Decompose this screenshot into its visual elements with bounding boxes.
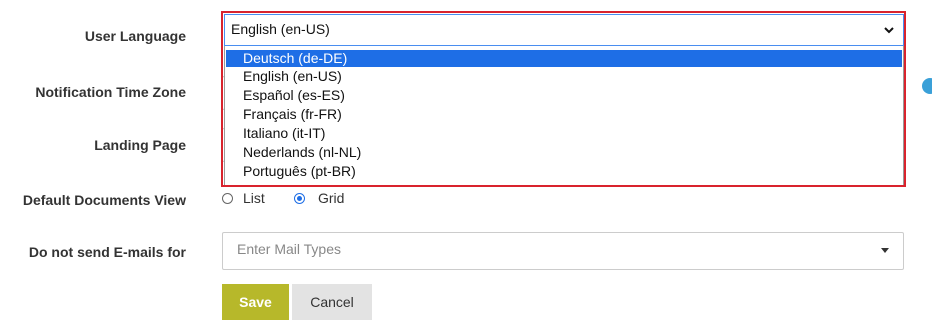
cancel-button[interactable]: Cancel — [292, 284, 372, 320]
notification-time-zone-label: Notification Time Zone — [35, 84, 186, 100]
default-documents-view-label: Default Documents View — [22, 192, 186, 208]
chevron-down-icon — [884, 27, 894, 34]
documents-view-list-label: List — [243, 190, 265, 206]
landing-page-label: Landing Page — [94, 137, 186, 153]
language-option-francais[interactable]: Français (fr-FR) — [226, 106, 902, 123]
documents-view-grid-label: Grid — [318, 190, 345, 206]
language-option-nederlands[interactable]: Nederlands (nl-NL) — [226, 144, 902, 161]
language-option-portugues[interactable]: Português (pt-BR) — [226, 163, 902, 180]
language-option-italiano[interactable]: Italiano (it-IT) — [226, 125, 902, 142]
language-option-english[interactable]: English (en-US) — [226, 68, 902, 85]
mail-types-select[interactable]: Enter Mail Types — [222, 232, 904, 270]
save-button[interactable]: Save — [222, 284, 289, 320]
caret-down-icon — [881, 248, 889, 253]
user-language-select[interactable]: English (en-US) — [224, 14, 904, 46]
user-language-options-list[interactable]: Deutsch (de-DE) English (en-US) Español … — [224, 46, 904, 186]
language-option-deutsch[interactable]: Deutsch (de-DE) — [226, 50, 902, 67]
language-option-espanol[interactable]: Español (es-ES) — [226, 87, 902, 104]
user-language-selected-value: English (en-US) — [231, 21, 330, 37]
documents-view-list-radio[interactable] — [222, 193, 233, 204]
user-language-label: User Language — [84, 28, 186, 44]
mail-types-placeholder: Enter Mail Types — [237, 241, 342, 257]
info-icon[interactable] — [922, 78, 932, 94]
do-not-send-emails-label: Do not send E-mails for — [28, 244, 186, 260]
documents-view-grid-radio[interactable] — [294, 193, 305, 204]
